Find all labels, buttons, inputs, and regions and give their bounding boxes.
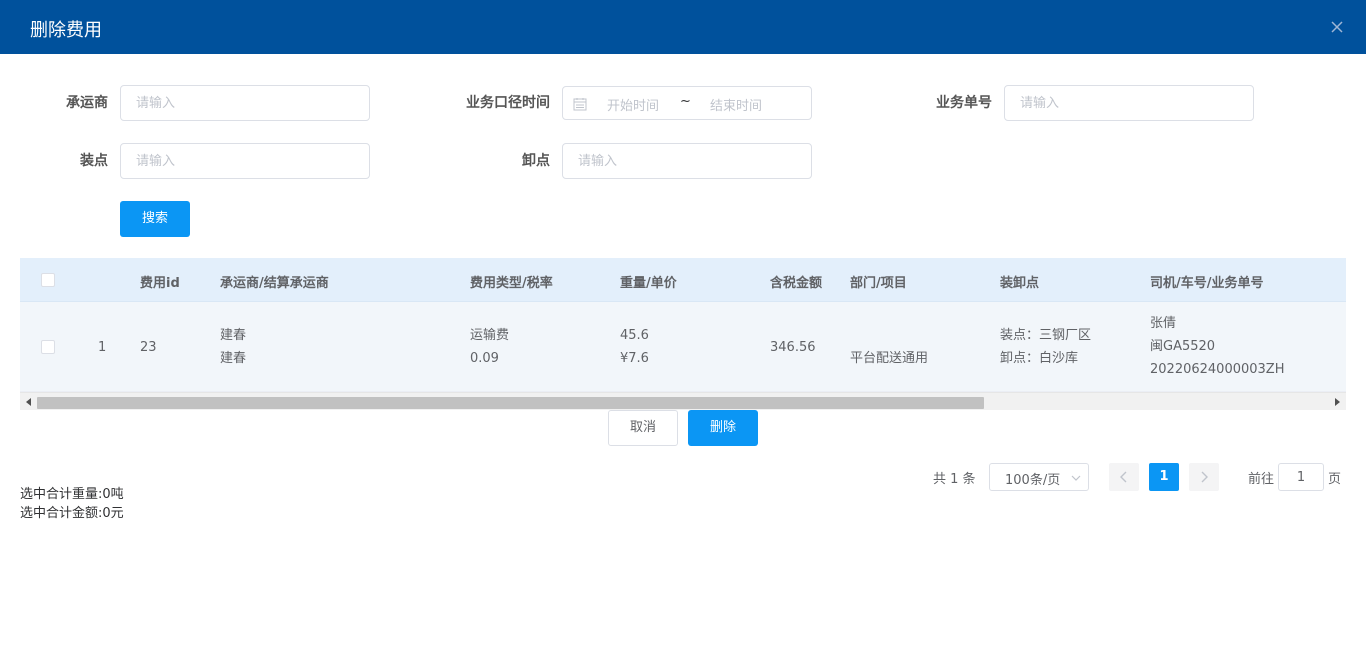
row-weight: 45.6	[620, 328, 649, 343]
row-tax-rate: 0.09	[470, 351, 499, 366]
biz-time-label: 业务口径时间	[466, 95, 550, 111]
col-fee-id: 费用id	[140, 276, 180, 291]
carrier-input[interactable]	[121, 86, 369, 120]
close-icon[interactable]	[1328, 18, 1346, 36]
row-fee-id: 23	[140, 340, 157, 355]
goto-page-input[interactable]	[1279, 464, 1323, 490]
col-driver: 司机/车号/业务单号	[1150, 276, 1264, 291]
row-index: 1	[98, 340, 107, 355]
carrier-input-wrapper	[120, 85, 370, 121]
calendar-icon	[573, 98, 587, 111]
col-load-unload: 装卸点	[1000, 276, 1040, 291]
next-page-button[interactable]	[1189, 463, 1219, 491]
row-unit-price: ¥7.6	[620, 351, 649, 366]
chevron-down-icon	[1071, 475, 1081, 481]
row-settle-carrier: 建春	[220, 351, 247, 366]
unload-label: 卸点	[522, 153, 550, 169]
row-fee-type: 运输费	[470, 328, 510, 343]
fee-table: 费用id 承运商/结算承运商 费用类型/税率 重量/单价 含税金额 部门/项目 …	[20, 258, 1346, 410]
end-time-placeholder[interactable]: 结束时间	[710, 95, 762, 114]
pagination-total: 共 1 条	[933, 472, 976, 487]
col-fee-type: 费用类型/税率	[470, 276, 553, 291]
table-header: 费用id 承运商/结算承运商 费用类型/税率 重量/单价 含税金额 部门/项目 …	[20, 258, 1346, 302]
chevron-right-icon	[1201, 471, 1208, 483]
biz-no-input[interactable]	[1005, 86, 1253, 120]
prev-page-button[interactable]	[1109, 463, 1139, 491]
load-label: 装点	[80, 153, 108, 169]
goto-label: 前往	[1248, 472, 1275, 487]
row-amount: 346.56	[770, 340, 816, 355]
summary-weight: 选中合计重量:0吨	[20, 487, 124, 502]
page-size-select[interactable]: 100条/页	[989, 463, 1089, 491]
col-weight-price: 重量/单价	[620, 276, 677, 291]
row-driver: 张倩	[1150, 316, 1177, 331]
col-amount: 含税金额	[770, 276, 823, 291]
search-button[interactable]: 搜索	[120, 201, 190, 237]
dialog-title: 删除费用	[30, 20, 102, 41]
goto-unit: 页	[1328, 472, 1342, 487]
scroll-left-icon[interactable]	[26, 398, 31, 406]
biz-no-label: 业务单号	[936, 95, 992, 111]
row-plate: 闽GA5520	[1150, 339, 1216, 354]
delete-button[interactable]: 删除	[688, 410, 758, 446]
cancel-button[interactable]: 取消	[608, 410, 678, 446]
col-carrier: 承运商/结算承运商	[220, 276, 329, 291]
row-checkbox[interactable]	[41, 340, 55, 354]
row-carrier: 建春	[220, 328, 247, 343]
load-input[interactable]	[121, 144, 369, 178]
select-all-checkbox[interactable]	[41, 273, 55, 287]
page-number-button[interactable]: 1	[1149, 463, 1179, 491]
carrier-label: 承运商	[66, 95, 108, 111]
summary-amount: 选中合计金额:0元	[20, 506, 124, 521]
start-time-placeholder[interactable]: 开始时间	[607, 95, 659, 114]
scrollbar-thumb[interactable]	[37, 397, 984, 409]
horizontal-scrollbar[interactable]	[20, 392, 1346, 410]
range-separator: ~	[680, 94, 691, 109]
goto-input-wrapper	[1278, 463, 1324, 491]
biz-time-range-picker[interactable]: 开始时间 ~ 结束时间	[562, 86, 812, 120]
table-row[interactable]: 1 23 建春 建春 运输费 0.09 45.6 ¥7.6 346.56 平台配…	[20, 302, 1346, 392]
col-dept-project: 部门/项目	[850, 276, 907, 291]
chevron-left-icon	[1120, 471, 1127, 483]
row-biz-no: 20220624000003ZH	[1150, 362, 1285, 377]
biz-no-input-wrapper	[1004, 85, 1254, 121]
load-input-wrapper	[120, 143, 370, 179]
dialog-header: 删除费用	[0, 0, 1366, 54]
row-unload-point: 卸点：白沙库	[1000, 351, 1079, 366]
unload-input-wrapper	[562, 143, 812, 179]
scroll-right-icon[interactable]	[1335, 398, 1340, 406]
unload-input[interactable]	[563, 144, 811, 178]
row-dept-project: 平台配送通用	[850, 351, 929, 366]
row-load-point: 装点：三钢厂区	[1000, 328, 1092, 343]
page-size-value: 100条/页	[1005, 473, 1061, 488]
